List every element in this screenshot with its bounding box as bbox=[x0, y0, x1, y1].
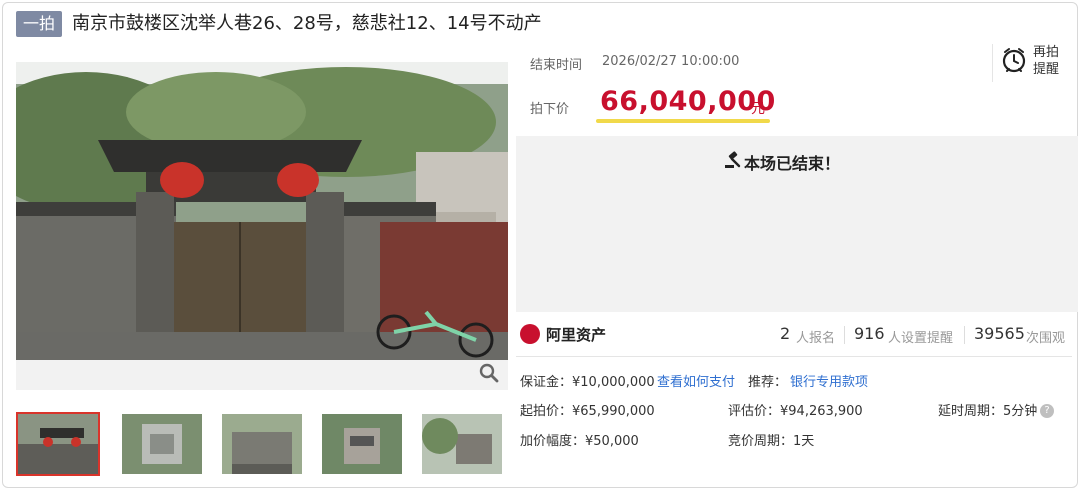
main-property-photo[interactable] bbox=[16, 62, 508, 390]
thumbnail-1-image bbox=[18, 414, 98, 474]
ali-assets-logo-icon bbox=[520, 324, 540, 344]
start-price-info: 起拍价：¥65,990,000 bbox=[520, 404, 655, 419]
thumbnail-5-image bbox=[422, 414, 502, 474]
stat-separator bbox=[844, 326, 845, 344]
stat-separator bbox=[964, 326, 965, 344]
help-icon[interactable]: ? bbox=[1040, 404, 1054, 418]
signup-label: 人报名 bbox=[796, 331, 836, 346]
thumbnail-4-image bbox=[322, 414, 402, 474]
assessed-price-info: 评估价：¥94,263,900 bbox=[728, 404, 863, 419]
recommend-label: 推荐： bbox=[748, 375, 788, 390]
view-count: 39565 bbox=[974, 324, 1025, 343]
auction-round-badge: 一拍 bbox=[16, 11, 62, 37]
thumbnail-2[interactable] bbox=[122, 414, 202, 474]
bid-period-info: 竞价周期：1天 bbox=[728, 434, 815, 449]
alarm-clock-icon bbox=[1002, 48, 1026, 73]
thumbnail-2-image bbox=[122, 414, 202, 474]
auction-ended-text: 本场已结束！ bbox=[744, 154, 841, 173]
final-price-value: 66,040,000 bbox=[600, 86, 776, 117]
view-label: 次围观 bbox=[1026, 331, 1066, 346]
thumbnail-3-image bbox=[222, 414, 302, 474]
final-price-unit: 元 bbox=[751, 101, 765, 117]
delay-period-info: 延时周期：5分钟 bbox=[938, 404, 1038, 419]
property-gate-illustration bbox=[16, 62, 508, 390]
reminder-count: 916 bbox=[854, 324, 885, 343]
reauction-reminder-label: 再拍 提醒 bbox=[1033, 45, 1060, 77]
thumbnail-5[interactable] bbox=[422, 414, 502, 474]
end-time-value: 2026/02/27 10:00:00 bbox=[602, 54, 740, 69]
thumbnail-1[interactable] bbox=[16, 412, 100, 476]
thumbnail-3[interactable] bbox=[222, 414, 302, 474]
thumbnail-4[interactable] bbox=[322, 414, 402, 474]
reminder-label: 人设置提醒 bbox=[888, 331, 954, 346]
reauction-reminder[interactable]: 再拍 提醒 bbox=[992, 44, 1072, 82]
signup-count: 2 bbox=[780, 324, 791, 343]
end-time-label: 结束时间 bbox=[530, 58, 583, 73]
deposit-info: 保证金：¥10,000,000 bbox=[520, 375, 655, 390]
auction-info-panel: 结束时间 2026/02/27 10:00:00 再拍 提醒 拍下价 66,04… bbox=[516, 44, 1078, 484]
gavel-icon bbox=[725, 151, 741, 168]
page-title: 南京市鼓楼区沈举人巷26、28号，慈悲社12、14号不动产 bbox=[72, 13, 542, 34]
thumbnail-strip bbox=[16, 412, 508, 476]
bank-payment-link[interactable]: 银行专用款项 bbox=[790, 371, 868, 390]
zoom-icon[interactable] bbox=[478, 362, 500, 384]
how-to-pay-link[interactable]: 查看如何支付 bbox=[657, 371, 735, 390]
price-highlight-underline bbox=[596, 119, 770, 123]
increment-info: 加价幅度：¥50,000 bbox=[520, 434, 639, 449]
divider bbox=[516, 356, 1072, 357]
brand-name: 阿里资产 bbox=[546, 326, 607, 344]
final-price-label: 拍下价 bbox=[530, 102, 570, 117]
